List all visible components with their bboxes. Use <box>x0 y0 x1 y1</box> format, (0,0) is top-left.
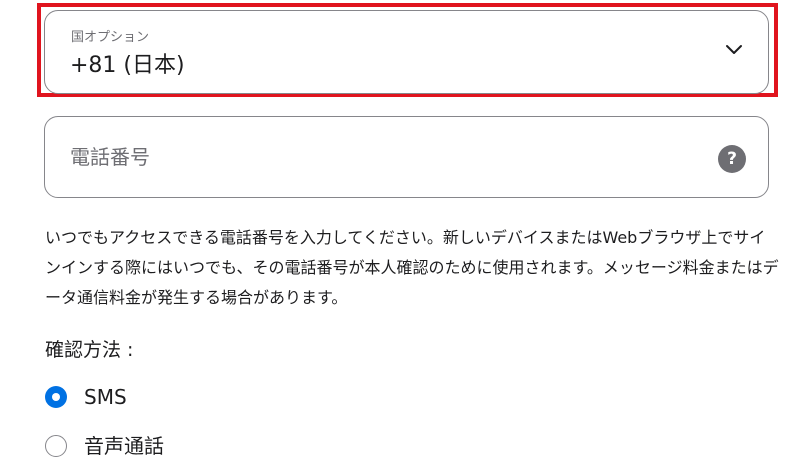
country-select[interactable]: 国オプション +81 (日本) <box>44 10 769 94</box>
country-select-value: +81 (日本) <box>70 53 185 78</box>
chevron-down-icon <box>726 45 742 54</box>
phone-description: いつでもアクセスできる電話番号を入力してください。新しいデバイスまたはWebブラ… <box>45 228 779 307</box>
help-icon[interactable]: ? <box>718 145 746 173</box>
radio-option-sms[interactable]: SMS <box>45 384 127 410</box>
country-select-label: 国オプション <box>71 30 150 45</box>
radio-label-sms: SMS <box>84 385 127 409</box>
radio-unchecked-icon[interactable] <box>45 435 67 457</box>
radio-label-voice-call: 音声通話 <box>84 434 164 458</box>
phone-number-placeholder: 電話番号 <box>70 145 150 169</box>
radio-option-voice-call[interactable]: 音声通話 <box>45 433 164 459</box>
phone-number-field[interactable]: 電話番号 ? <box>44 116 769 198</box>
radio-checked-icon[interactable] <box>45 386 67 408</box>
verification-method-heading: 確認方法 : <box>45 339 134 361</box>
